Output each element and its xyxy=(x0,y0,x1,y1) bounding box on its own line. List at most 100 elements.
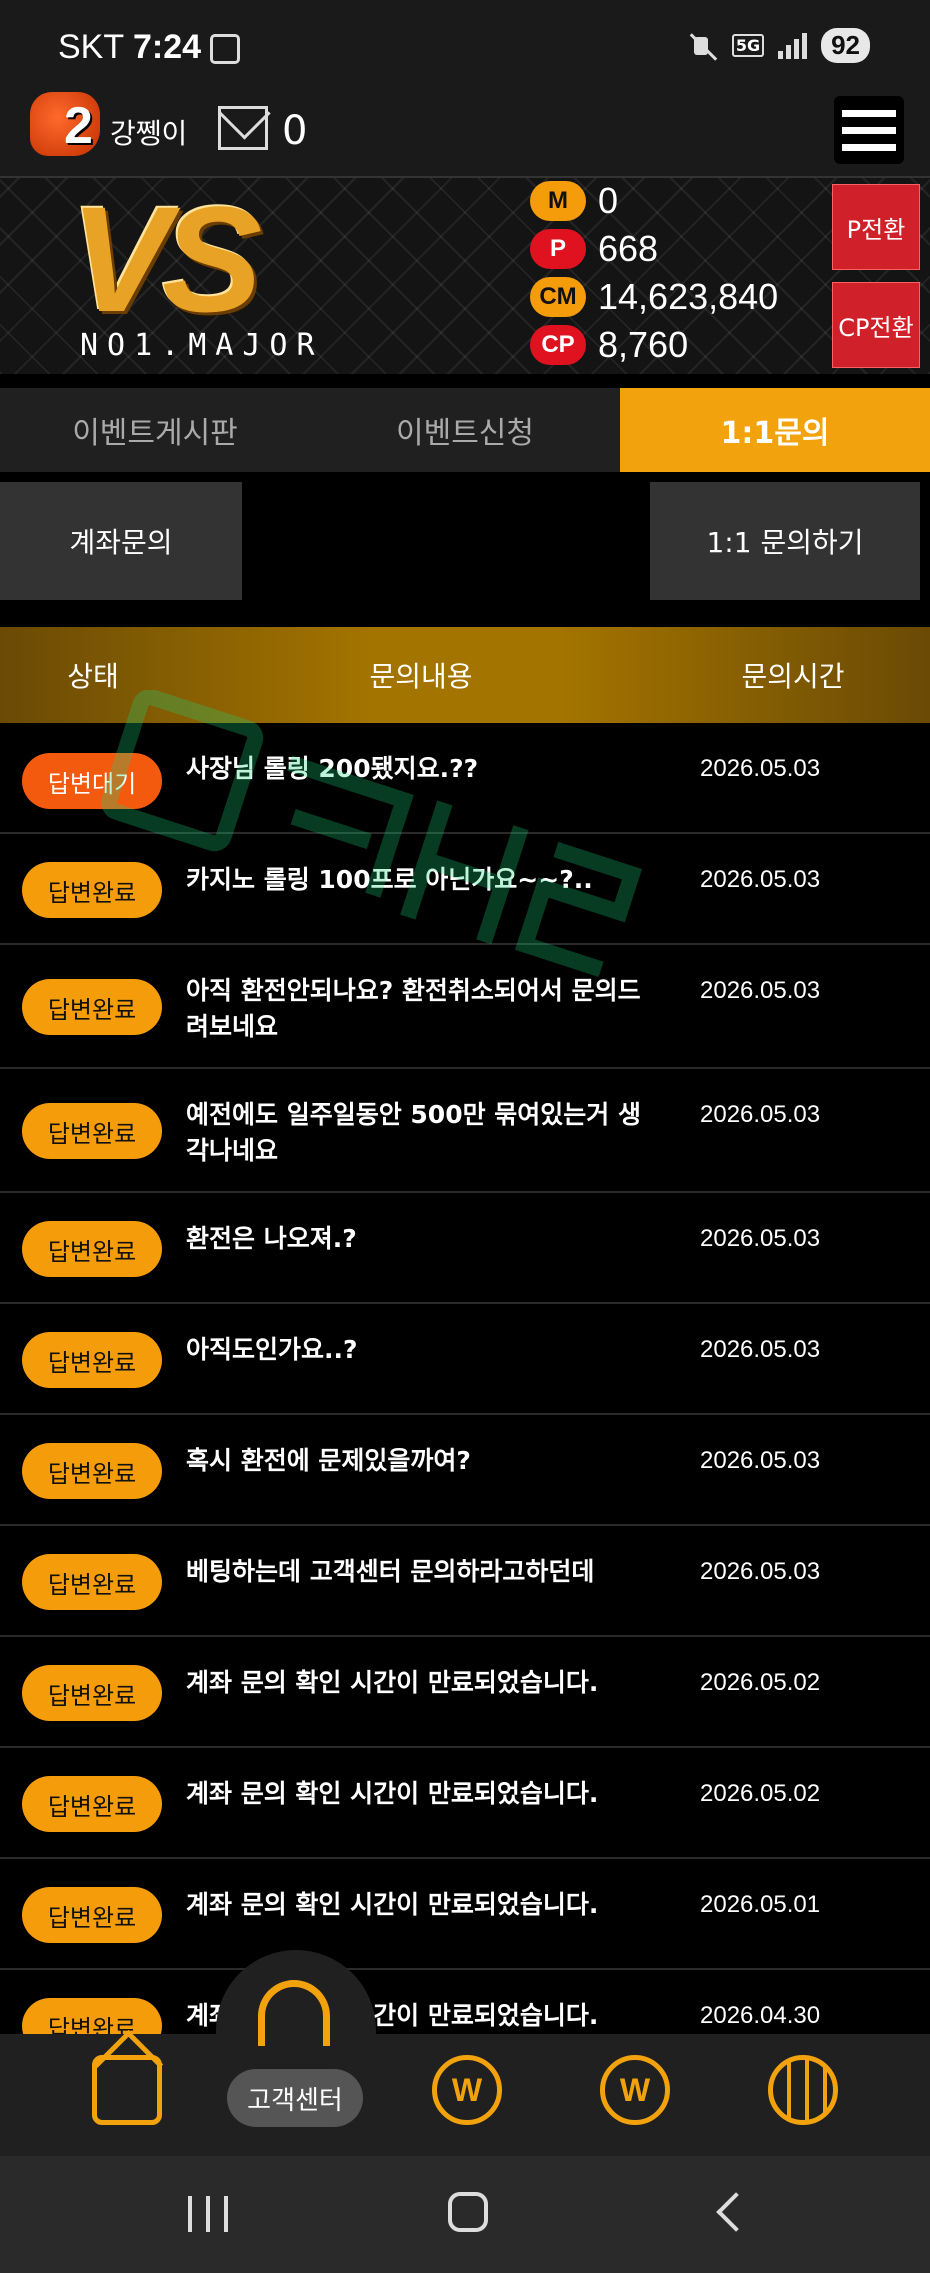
table-row[interactable]: 답변완료 베팅하는데 고객센터 문의하라고하던데 2026.05.03 xyxy=(0,1526,930,1637)
tab-event-apply[interactable]: 이벤트신청 xyxy=(310,388,620,472)
table-header: 상태 문의내용 문의시간 xyxy=(0,627,930,723)
back-icon[interactable] xyxy=(716,2192,756,2232)
recent-apps-icon[interactable] xyxy=(188,2196,228,2232)
inquiry-title[interactable]: 계좌 문의 확인 시간이 만료되었습니다. xyxy=(186,1887,656,1923)
user-level: 2 xyxy=(64,97,93,155)
balance-cp: CP 8,760 xyxy=(530,324,688,366)
inquiry-title[interactable]: 사장님 롤링 200됐지요.?? xyxy=(186,751,656,787)
balance-badge: CM xyxy=(530,277,586,317)
home-button-icon[interactable] xyxy=(448,2192,488,2232)
top-header: 2 강쩽이 0 xyxy=(0,86,930,178)
inquiry-date: 2026.05.03 xyxy=(700,1225,821,1252)
table-row[interactable]: 답변완료 환전은 나오져.? 2026.05.03 xyxy=(0,1193,930,1304)
clock: 7:24 xyxy=(132,28,202,66)
balance-value: 0 xyxy=(598,180,619,221)
balance-value: 8,760 xyxy=(598,324,689,365)
column-header-time: 문의시간 xyxy=(741,660,845,693)
inquiry-date: 2026.05.03 xyxy=(700,977,821,1004)
globe-icon[interactable] xyxy=(768,2055,838,2125)
status-badge: 답변완료 xyxy=(22,1221,162,1277)
inquiry-date: 2026.05.03 xyxy=(700,755,821,782)
inquiry-date: 2026.05.03 xyxy=(700,1336,821,1363)
column-header-content: 문의내용 xyxy=(369,660,473,693)
menu-icon-line xyxy=(842,127,896,134)
status-badge: 답변완료 xyxy=(22,1665,162,1721)
column-header-status: 상태 xyxy=(67,660,119,693)
account-inquiry-button[interactable]: 계좌문의 xyxy=(0,482,242,600)
tab-event-board[interactable]: 이벤트게시판 xyxy=(0,388,310,472)
inquiry-title[interactable]: 베팅하는데 고객센터 문의하라고하던데 xyxy=(186,1554,656,1590)
board-tabs: 이벤트게시판 이벤트신청 1:1문의 xyxy=(0,388,930,472)
battery-indicator: 92 xyxy=(821,28,870,63)
new-inquiry-button[interactable]: 1:1 문의하기 xyxy=(650,482,920,600)
table-row[interactable]: 답변완료 계좌 문의 확인 시간이 만료되었습니다. 2026.05.02 xyxy=(0,1637,930,1748)
banner: VS NO1.MAJOR M 0 P 668 CM 14,623,840 CP … xyxy=(0,178,930,374)
status-badge: 답변완료 xyxy=(22,1554,162,1610)
inquiry-title[interactable]: 아직도인가요..? xyxy=(186,1332,656,1368)
menu-icon-line xyxy=(842,144,896,151)
table-row[interactable]: 답변완료 예전에도 일주일동안 500만 묶여있는거 생각나네요 2026.05… xyxy=(0,1069,930,1193)
status-badge: 답변완료 xyxy=(22,1443,162,1499)
inquiry-title[interactable]: 카지노 롤링 100프로 아닌가요~~?.. xyxy=(186,862,656,898)
inquiry-title[interactable]: 계좌 문의 확인 시간이 만료되었습니다. xyxy=(186,1665,656,1701)
system-nav-bar xyxy=(0,2156,930,2273)
inquiry-date: 2026.05.02 xyxy=(700,1780,821,1807)
inquiry-date: 2026.04.30 xyxy=(700,2002,821,2029)
balance-value: 14,623,840 xyxy=(598,276,779,317)
status-bar-right: 5G 92 xyxy=(688,28,870,63)
inquiry-title[interactable]: 계좌 문의 확인 시간이 만료되었습니다. xyxy=(186,1776,656,1812)
balance-badge: M xyxy=(530,181,586,221)
inquiry-date: 2026.05.01 xyxy=(700,1891,821,1918)
status-badge: 답변완료 xyxy=(22,1887,162,1943)
inquiry-date: 2026.05.02 xyxy=(700,1669,821,1696)
customer-center-button[interactable]: 고객센터 xyxy=(227,2069,363,2127)
balance-cm: CM 14,623,840 xyxy=(530,276,778,318)
menu-button[interactable] xyxy=(834,96,904,164)
balance-p: P 668 xyxy=(530,228,658,270)
home-icon[interactable] xyxy=(92,2055,162,2125)
status-badge: 답변완료 xyxy=(22,1332,162,1388)
table-row[interactable]: 답변완료 계좌 문의 확인 시간이 만료되었습니다. 2026.05.02 xyxy=(0,1748,930,1859)
status-badge: 답변완료 xyxy=(22,979,162,1035)
inquiry-title[interactable]: 혹시 환전에 문제있을까여? xyxy=(186,1443,656,1479)
inquiry-list: 답변대기 사장님 롤링 200됐지요.?? 2026.05.03 답변완료 카지… xyxy=(0,723,930,2081)
table-row[interactable]: 답변완료 아직 환전안되나요? 환전취소되어서 문의드려보네요 2026.05.… xyxy=(0,945,930,1069)
screenshot-icon xyxy=(210,34,240,64)
table-row[interactable]: 답변완료 계좌 문의 확인 시간이 만료되었습니다. 2026.05.01 xyxy=(0,1859,930,1970)
status-badge: 답변완료 xyxy=(22,1776,162,1832)
table-row[interactable]: 답변완료 혹시 환전에 문제있을까여? 2026.05.03 xyxy=(0,1415,930,1526)
table-row[interactable]: 답변완료 카지노 롤링 100프로 아닌가요~~?.. 2026.05.03 xyxy=(0,834,930,945)
network-type: 5G xyxy=(731,34,765,57)
headset-icon[interactable] xyxy=(258,1980,330,2046)
mail-count: 0 xyxy=(282,108,308,154)
balance-m: M 0 xyxy=(530,180,618,222)
status-bar-left: SKT 7:24 xyxy=(58,28,201,67)
inquiry-date: 2026.05.03 xyxy=(700,1101,821,1128)
table-row[interactable]: 답변대기 사장님 롤링 200됐지요.?? 2026.05.03 xyxy=(0,723,930,834)
status-badge: 답변대기 xyxy=(22,753,162,809)
menu-icon-line xyxy=(842,110,896,117)
coin-up-icon[interactable]: W xyxy=(600,2055,670,2125)
mail-icon[interactable] xyxy=(218,106,268,150)
inquiry-title[interactable]: 환전은 나오져.? xyxy=(186,1221,656,1257)
table-row[interactable]: 답변완료 아직도인가요..? 2026.05.03 xyxy=(0,1304,930,1415)
site-logo-subtitle: NO1.MAJOR xyxy=(80,328,324,363)
status-badge: 답변완료 xyxy=(22,1103,162,1159)
p-convert-button[interactable]: P전환 xyxy=(832,184,920,270)
balance-value: 668 xyxy=(598,228,659,269)
tab-one-to-one[interactable]: 1:1문의 xyxy=(620,388,930,472)
status-badge: 답변완료 xyxy=(22,862,162,918)
user-nickname: 강쩽이 xyxy=(110,117,188,150)
balance-badge: CP xyxy=(530,325,586,365)
inquiry-date: 2026.05.03 xyxy=(700,1447,821,1474)
cp-convert-button[interactable]: CP전환 xyxy=(832,282,920,368)
inquiry-date: 2026.05.03 xyxy=(700,1558,821,1585)
coin-plus-icon[interactable]: W xyxy=(432,2055,502,2125)
mute-icon xyxy=(688,31,718,61)
carrier-label: SKT xyxy=(58,28,124,66)
signal-icon xyxy=(778,32,808,59)
inquiry-title[interactable]: 아직 환전안되나요? 환전취소되어서 문의드려보네요 xyxy=(186,973,656,1045)
site-logo[interactable]: VS xyxy=(70,184,262,334)
status-bar: SKT 7:24 5G 92 xyxy=(0,0,930,86)
inquiry-title[interactable]: 예전에도 일주일동안 500만 묶여있는거 생각나네요 xyxy=(186,1097,656,1169)
